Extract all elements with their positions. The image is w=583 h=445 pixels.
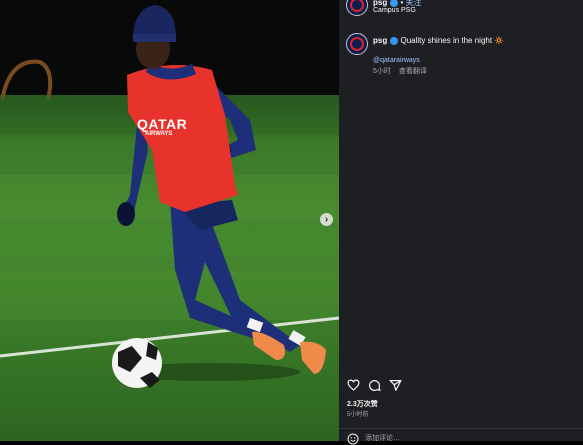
heart-icon[interactable]: [347, 379, 360, 391]
likes-count[interactable]: 2.3万次赞: [347, 400, 378, 410]
divider: [339, 428, 583, 429]
caption-emoji: 🔅: [494, 36, 505, 45]
caption-time: 5小时: [373, 68, 391, 75]
caption-text: Quality shines in the night: [400, 36, 493, 45]
location-link[interactable]: Campus PSG: [373, 6, 416, 16]
caption-avatar[interactable]: [346, 33, 368, 55]
share-icon[interactable]: [389, 379, 402, 392]
translate-button[interactable]: 查看翻译: [399, 68, 427, 75]
caption-line: psg Quality shines in the night 🔅: [373, 36, 504, 46]
comment-input[interactable]: 添加评论…: [365, 434, 400, 444]
caption-meta: 5小时 查看翻译: [373, 67, 427, 77]
bib-sponsor-text: QATAR: [137, 116, 188, 132]
caption-mention[interactable]: @qatarairways: [373, 56, 420, 66]
chevron-right-icon: ›: [324, 214, 329, 225]
caption-username[interactable]: psg: [373, 36, 387, 45]
photo-scene: [0, 0, 339, 388]
emoji-icon[interactable]: [347, 433, 359, 445]
comment-icon[interactable]: [368, 379, 381, 392]
bib-sponsor-subtext: AIRWAYS: [145, 131, 173, 137]
verified-badge-icon: [390, 36, 399, 45]
header-avatar[interactable]: [346, 0, 368, 16]
next-image-button[interactable]: ›: [320, 213, 333, 226]
post-photo[interactable]: QATAR AIRWAYS ›: [0, 0, 339, 441]
post-timestamp: 5小时前: [347, 412, 369, 418]
post-side-panel: psg • 关注 Campus PSG psg Quality shines i…: [339, 0, 583, 445]
